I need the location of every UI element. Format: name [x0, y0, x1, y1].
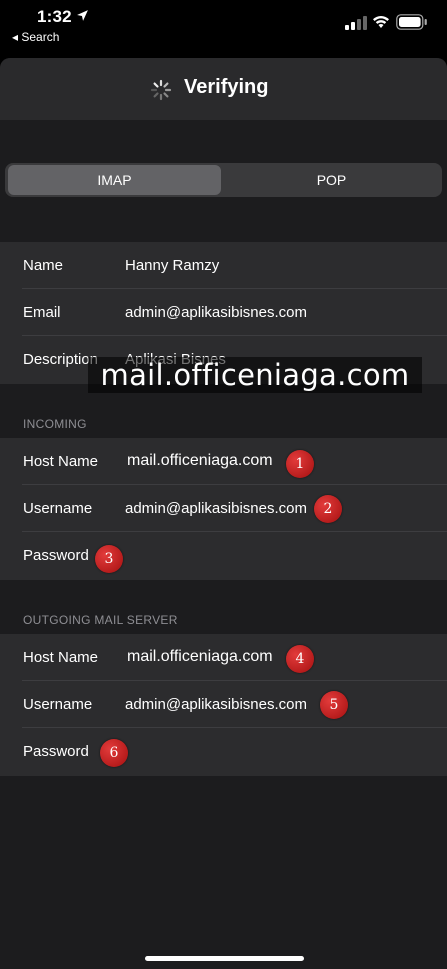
incoming-section-header: INCOMING: [23, 417, 87, 431]
incoming-username-field[interactable]: admin@aplikasibisnes.com: [125, 500, 307, 517]
signal-icon: [345, 16, 367, 30]
protocol-segmented-control[interactable]: IMAP POP: [5, 163, 442, 197]
name-field[interactable]: Hanny Ramzy: [125, 257, 219, 274]
status-bar: 1:32 ◂ Search: [0, 0, 447, 56]
outgoing-section-header: OUTGOING MAIL SERVER: [23, 613, 178, 627]
wifi-icon: [373, 16, 389, 28]
annotation-badge-4: 4: [286, 645, 314, 673]
home-indicator: [145, 956, 304, 961]
outgoing-host-row[interactable]: Host Name mail.officeniaga.com: [0, 634, 447, 681]
back-to-search-link[interactable]: ◂ Search: [12, 30, 59, 44]
outgoing-server-group: Host Name mail.officeniaga.com Username …: [0, 634, 447, 776]
incoming-password-row[interactable]: Password: [0, 532, 447, 579]
incoming-password-label: Password: [23, 547, 89, 564]
incoming-server-group: Host Name mail.officeniaga.com Username …: [0, 438, 447, 580]
location-arrow-icon: [77, 10, 88, 21]
incoming-username-row[interactable]: Username admin@aplikasibisnes.com: [0, 485, 447, 532]
annotation-badge-6: 6: [100, 739, 128, 767]
activity-spinner-icon: [150, 79, 172, 101]
segment-imap[interactable]: IMAP: [8, 165, 221, 195]
incoming-host-label: Host Name: [23, 453, 99, 470]
incoming-host-row[interactable]: Host Name mail.officeniaga.com: [0, 438, 447, 485]
outgoing-username-label: Username: [23, 696, 93, 713]
outgoing-host-label: Host Name: [23, 649, 99, 666]
email-field[interactable]: admin@aplikasibisnes.com: [125, 304, 307, 321]
name-label: Name: [23, 257, 64, 274]
segment-pop[interactable]: POP: [224, 165, 439, 195]
outgoing-username-row[interactable]: Username admin@aplikasibisnes.com: [0, 681, 447, 728]
incoming-host-field[interactable]: mail.officeniaga.com: [127, 452, 273, 470]
email-label: Email: [23, 304, 61, 321]
outgoing-password-row[interactable]: Password: [0, 728, 447, 775]
annotation-badge-2: 2: [314, 495, 342, 523]
nav-bar: Verifying: [0, 58, 447, 120]
name-row[interactable]: Name Hanny Ramzy: [0, 242, 447, 289]
annotation-badge-1: 1: [286, 450, 314, 478]
outgoing-host-field[interactable]: mail.officeniaga.com: [127, 648, 273, 666]
description-label: Description: [23, 351, 99, 368]
account-settings-sheet: Verifying IMAP POP Name Hanny Ramzy Emai…: [0, 58, 447, 969]
battery-icon: [396, 14, 427, 30]
status-time: 1:32: [37, 7, 72, 26]
email-row[interactable]: Email admin@aplikasibisnes.com: [0, 289, 447, 336]
outgoing-username-field[interactable]: admin@aplikasibisnes.com: [125, 696, 307, 713]
annotation-badge-5: 5: [320, 691, 348, 719]
host-watermark-overlay: mail.officeniaga.com: [88, 357, 422, 393]
outgoing-password-label: Password: [23, 743, 89, 760]
annotation-badge-3: 3: [95, 545, 123, 573]
incoming-username-label: Username: [23, 500, 93, 517]
nav-title: Verifying: [184, 76, 269, 98]
